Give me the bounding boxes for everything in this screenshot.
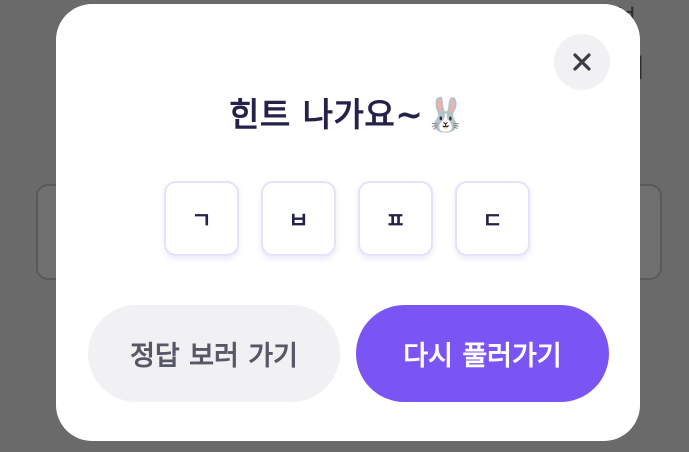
hint-tiles: ㄱ ㅂ ㅍ ㄷ [164,181,530,256]
see-answer-button[interactable]: 정답 보러 가기 [88,305,340,402]
hint-modal: 힌트 나가요~🐰 ㄱ ㅂ ㅍ ㄷ 정답 보러 가기 다시 풀러가기 [56,4,640,441]
retry-button[interactable]: 다시 풀러가기 [356,305,609,402]
rabbit-icon: 🐰 [425,95,468,134]
close-button[interactable] [554,34,610,90]
close-icon [573,53,591,71]
hint-tile: ㄷ [455,181,530,256]
hint-tile: ㅂ [261,181,336,256]
hint-tile: ㅍ [358,181,433,256]
retry-label: 다시 풀러가기 [403,341,562,372]
modal-title: 힌트 나가요~🐰 [56,88,640,136]
modal-title-text: 힌트 나가요~ [228,95,424,134]
see-answer-label: 정답 보러 가기 [130,341,298,372]
hint-tile: ㄱ [164,181,239,256]
